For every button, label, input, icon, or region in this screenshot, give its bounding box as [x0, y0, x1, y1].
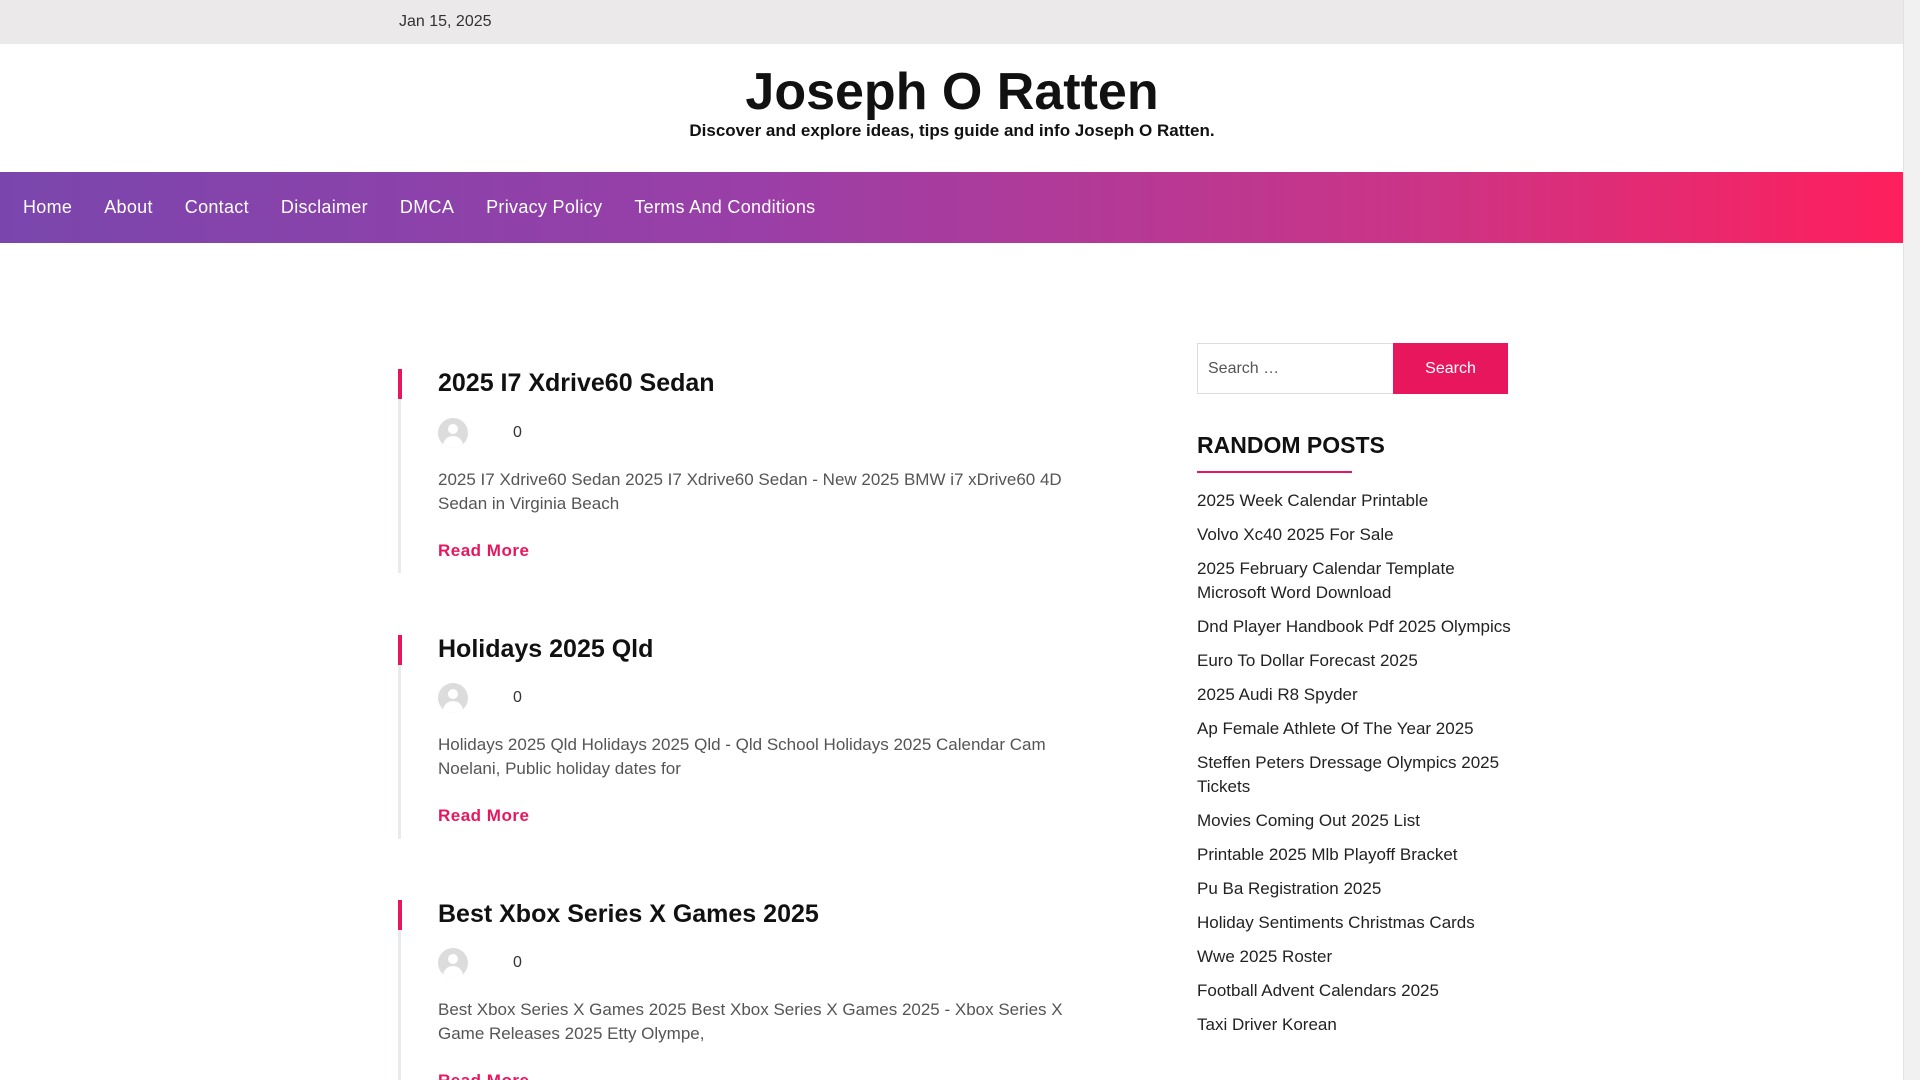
post-title[interactable]: Best Xbox Series X Games 2025	[438, 900, 819, 929]
read-more-link[interactable]: Read More	[438, 541, 529, 561]
author-avatar-icon[interactable]	[438, 683, 468, 713]
post-card: Holidays 2025 Qld 0 Holidays 2025 Qld Ho…	[398, 635, 1101, 839]
post-title[interactable]: 2025 I7 Xdrive60 Sedan	[438, 369, 715, 398]
nav-item-contact[interactable]: Contact	[185, 197, 249, 218]
top-bar: Jan 15, 2025	[0, 0, 1904, 44]
search-input[interactable]	[1197, 343, 1405, 394]
random-post-link[interactable]: Wwe 2025 Roster	[1197, 945, 1512, 969]
random-post-link[interactable]: Euro To Dollar Forecast 2025	[1197, 649, 1512, 673]
page: Jan 15, 2025 Joseph O Ratten Discover an…	[0, 0, 1904, 1080]
comment-count[interactable]: 0	[513, 424, 522, 442]
search-form: Search	[1197, 343, 1508, 394]
post-excerpt: 2025 I7 Xdrive60 Sedan 2025 I7 Xdrive60 …	[438, 470, 1062, 513]
post-excerpt: Holidays 2025 Qld Holidays 2025 Qld - Ql…	[438, 735, 1046, 778]
random-posts-list: 2025 Week Calendar Printable Volvo Xc40 …	[1197, 489, 1512, 1047]
random-post-link[interactable]: Steffen Peters Dressage Olympics 2025 Ti…	[1197, 751, 1512, 799]
main-navigation: Home About Contact Disclaimer DMCA Priva…	[0, 172, 1904, 243]
widget-title-underline	[1197, 471, 1352, 473]
random-posts-title: RANDOM POSTS	[1197, 432, 1385, 458]
random-post-link[interactable]: Holiday Sentiments Christmas Cards	[1197, 911, 1512, 935]
random-post-link[interactable]: Volvo Xc40 2025 For Sale	[1197, 523, 1512, 547]
comment-count[interactable]: 0	[513, 689, 522, 707]
random-post-link[interactable]: Pu Ba Registration 2025	[1197, 877, 1512, 901]
author-avatar-icon[interactable]	[438, 418, 468, 448]
random-post-link[interactable]: 2025 Week Calendar Printable	[1197, 489, 1512, 513]
nav-item-terms[interactable]: Terms And Conditions	[634, 197, 815, 218]
current-date: Jan 15, 2025	[399, 13, 492, 30]
post-card: Best Xbox Series X Games 2025 0 Best Xbo…	[398, 900, 1101, 1080]
post-excerpt: Best Xbox Series X Games 2025 Best Xbox …	[438, 1000, 1063, 1043]
post-accent-bar	[398, 900, 402, 930]
read-more-link[interactable]: Read More	[438, 1071, 529, 1080]
page-scrollbar[interactable]	[1903, 0, 1920, 1080]
random-post-link[interactable]: Movies Coming Out 2025 List	[1197, 809, 1512, 833]
random-post-link[interactable]: Dnd Player Handbook Pdf 2025 Olympics	[1197, 615, 1512, 639]
search-button[interactable]: Search	[1393, 343, 1508, 394]
random-post-link[interactable]: 2025 February Calendar Template Microsof…	[1197, 557, 1512, 605]
nav-item-privacy-policy[interactable]: Privacy Policy	[486, 197, 602, 218]
post-accent-bar	[398, 635, 402, 665]
nav-item-about[interactable]: About	[104, 197, 153, 218]
post-title[interactable]: Holidays 2025 Qld	[438, 635, 653, 664]
random-post-link[interactable]: Ap Female Athlete Of The Year 2025	[1197, 717, 1512, 741]
site-title[interactable]: Joseph O Ratten	[0, 62, 1904, 122]
random-post-link[interactable]: Printable 2025 Mlb Playoff Bracket	[1197, 843, 1512, 867]
comment-count[interactable]: 0	[513, 954, 522, 972]
random-post-link[interactable]: Football Advent Calendars 2025	[1197, 979, 1512, 1003]
post-accent-bar	[398, 369, 402, 399]
random-post-link[interactable]: 2025 Audi R8 Spyder	[1197, 683, 1512, 707]
random-post-link[interactable]: Taxi Driver Korean	[1197, 1013, 1512, 1037]
site-tagline: Discover and explore ideas, tips guide a…	[689, 121, 1215, 140]
author-avatar-icon[interactable]	[438, 948, 468, 978]
read-more-link[interactable]: Read More	[438, 806, 529, 826]
nav-item-disclaimer[interactable]: Disclaimer	[281, 197, 368, 218]
nav-item-home[interactable]: Home	[23, 197, 72, 218]
nav-item-dmca[interactable]: DMCA	[400, 197, 454, 218]
post-card: 2025 I7 Xdrive60 Sedan 0 2025 I7 Xdrive6…	[398, 369, 1101, 573]
